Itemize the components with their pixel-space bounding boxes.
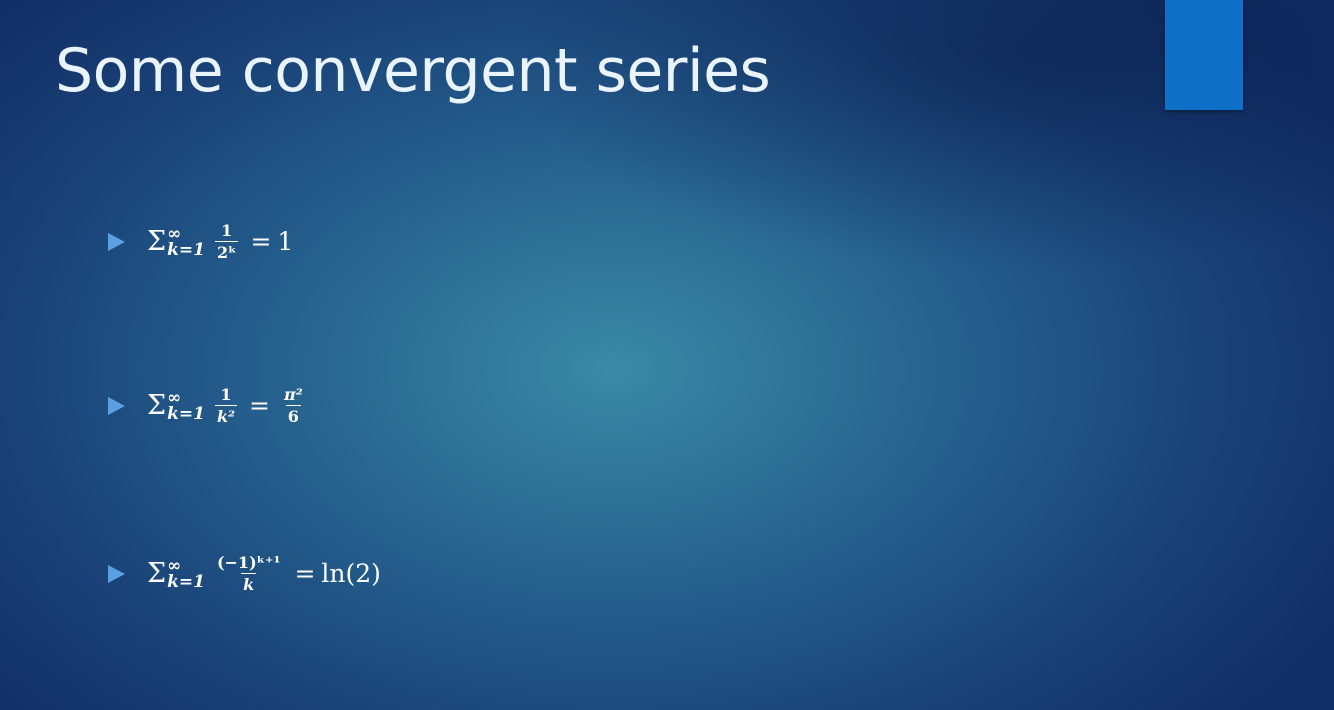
- lower-limit: k=1: [167, 571, 205, 592]
- lower-limit: k=1: [167, 403, 205, 424]
- sigma-symbol: Σ: [147, 390, 167, 421]
- fraction-numerator: 1: [221, 221, 233, 240]
- background-vignette: [0, 0, 1334, 710]
- summation: Σ ∞ k=1: [147, 225, 205, 260]
- bullet-item: Σ ∞ k=1 1 2ᵏ = 1: [108, 222, 293, 261]
- slide-title: Some convergent series: [55, 36, 771, 106]
- bullet-triangle-icon: [108, 232, 125, 251]
- sigma-symbol: Σ: [147, 558, 167, 589]
- summation-limits: ∞ k=1: [167, 225, 205, 260]
- bullet-triangle-icon: [108, 564, 125, 583]
- term-fraction: (−1)ᵏ⁺¹ k: [215, 554, 283, 593]
- summation: Σ ∞ k=1: [147, 389, 205, 424]
- series-result: 1: [277, 227, 294, 256]
- result-denominator: 6: [285, 405, 301, 426]
- summation: Σ ∞ k=1: [147, 557, 205, 592]
- series-result: ln(2): [321, 559, 381, 588]
- series-expression: Σ ∞ k=1 1 2ᵏ = 1: [147, 222, 293, 261]
- fraction-denominator: 2ᵏ: [214, 241, 239, 262]
- summation-limits: ∞ k=1: [167, 557, 205, 592]
- term-fraction: 1 2ᵏ: [214, 221, 239, 262]
- summation-limits: ∞ k=1: [167, 389, 205, 424]
- accent-block: [1165, 0, 1243, 110]
- bullet-triangle-icon: [108, 396, 125, 415]
- term-fraction: 1 k²: [214, 385, 238, 426]
- equals-sign: =: [294, 559, 316, 588]
- equals-sign: =: [249, 391, 270, 420]
- lower-limit: k=1: [167, 239, 205, 260]
- bullet-item: Σ ∞ k=1 1 k² = π² 6: [108, 386, 311, 425]
- sigma-symbol: Σ: [147, 226, 167, 257]
- equals-sign: =: [250, 227, 272, 256]
- bullet-item: Σ ∞ k=1 (−1)ᵏ⁺¹ k = ln(2): [108, 554, 381, 593]
- series-expression: Σ ∞ k=1 (−1)ᵏ⁺¹ k = ln(2): [147, 554, 381, 593]
- fraction-denominator: k: [241, 573, 257, 594]
- result-fraction: π² 6: [282, 386, 305, 425]
- result-numerator: π²: [284, 385, 303, 404]
- fraction-denominator: k²: [214, 405, 238, 426]
- series-expression: Σ ∞ k=1 1 k² = π² 6: [147, 386, 311, 425]
- fraction-numerator: 1: [220, 385, 232, 404]
- fraction-numerator: (−1)ᵏ⁺¹: [216, 553, 281, 572]
